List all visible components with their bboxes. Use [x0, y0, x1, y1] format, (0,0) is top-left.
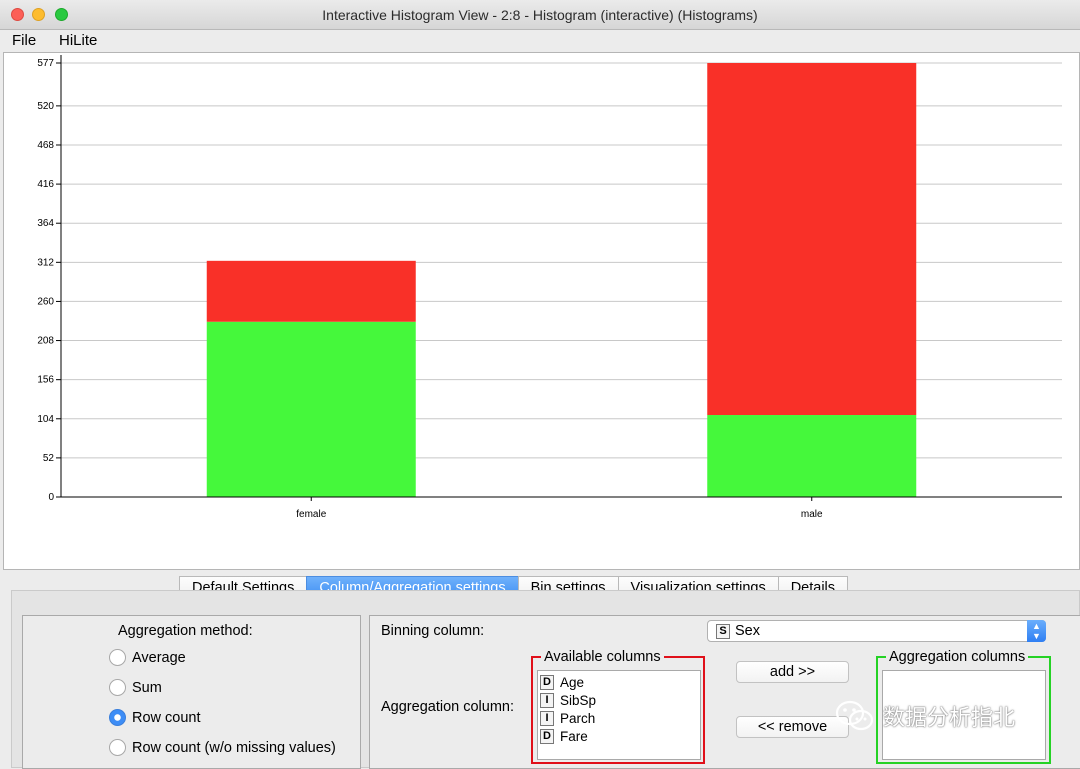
double-type-badge: D [540, 674, 554, 690]
y-tick-label: 260 [37, 296, 54, 307]
histogram-chart: 0 52 104 156 208 260 312 364 416 468 520 577 female m… [37, 55, 1062, 520]
y-tick-label: 468 [37, 140, 54, 151]
radio-row-count-no-missing[interactable]: Row count (w/o missing values) [109, 739, 336, 756]
histogram-window: Interactive Histogram View - 2:8 - Histo… [0, 0, 1080, 769]
remove-button[interactable]: << remove [736, 716, 849, 738]
integer-type-badge: I [540, 692, 554, 708]
bar-segment [206, 260, 416, 322]
menu-hilite[interactable]: HiLite [59, 32, 97, 49]
aggregation-method-group: Aggregation method: Average Sum Row coun… [22, 615, 361, 769]
binning-column-select[interactable]: S Sex ▲ ▼ [707, 620, 1046, 642]
x-tick-label: male [801, 509, 823, 520]
y-tick-label: 208 [37, 336, 54, 347]
double-type-badge: D [540, 728, 554, 744]
add-button[interactable]: add >> [736, 661, 849, 683]
radio-row-count[interactable]: Row count [109, 709, 201, 726]
aggregation-column-label: Aggregation column: [381, 699, 514, 715]
radio-label: Sum [132, 679, 162, 696]
bar-segment [206, 321, 416, 497]
settings-panel: Aggregation method: Average Sum Row coun… [11, 590, 1080, 769]
radio-button[interactable] [109, 739, 126, 756]
y-tick-label: 104 [37, 414, 54, 425]
list-item[interactable]: I Parch [540, 709, 698, 727]
radio-label: Row count [132, 709, 201, 726]
column-name: Fare [560, 728, 588, 744]
list-item[interactable]: D Age [540, 673, 698, 691]
window-title: Interactive Histogram View - 2:8 - Histo… [322, 7, 758, 23]
y-tick-label: 364 [37, 218, 54, 229]
radio-average[interactable]: Average [109, 649, 186, 666]
integer-type-badge: I [540, 710, 554, 726]
radio-button[interactable] [109, 649, 126, 666]
string-type-badge: S [716, 623, 730, 639]
radio-sum[interactable]: Sum [109, 679, 162, 696]
y-tick-label: 156 [37, 375, 54, 386]
available-columns-group: Available columns D Age I SibSp I Parch [531, 649, 705, 764]
histogram-chart-panel: 0 52 104 156 208 260 312 364 416 468 520 577 female m… [3, 52, 1080, 570]
y-tick-label: 0 [48, 492, 54, 503]
radio-button-selected[interactable] [109, 709, 126, 726]
bar-segment [707, 415, 917, 497]
available-columns-title: Available columns [541, 649, 664, 665]
column-name: SibSp [560, 692, 597, 708]
radio-label: Average [132, 649, 186, 666]
aggregation-columns-title: Aggregation columns [886, 649, 1029, 665]
watermark-text: 数据分析指北 [883, 705, 1016, 730]
select-arrows-icon[interactable]: ▲ ▼ [1027, 620, 1046, 642]
available-columns-list[interactable]: D Age I SibSp I Parch D Fare [537, 670, 701, 760]
wechat-icon [835, 700, 874, 731]
binning-column-label: Binning column: [381, 623, 485, 639]
y-tick-label: 52 [43, 453, 55, 464]
title-bar: Interactive Histogram View - 2:8 - Histo… [0, 0, 1080, 30]
menu-file[interactable]: File [12, 32, 36, 49]
aggregation-method-title: Aggregation method: [118, 623, 253, 639]
y-tick-label: 577 [37, 58, 54, 69]
binning-column-value: Sex [735, 623, 760, 639]
y-tick-label: 312 [37, 257, 54, 268]
x-tick-label: female [296, 509, 326, 520]
list-item[interactable]: I SibSp [540, 691, 698, 709]
column-name: Age [560, 674, 585, 690]
menu-bar: File HiLite [0, 30, 1080, 52]
radio-button[interactable] [109, 679, 126, 696]
y-tick-label: 416 [37, 179, 54, 190]
list-item[interactable]: D Fare [540, 727, 698, 745]
y-tick-label: 520 [37, 101, 54, 112]
column-name: Parch [560, 710, 596, 726]
bar-segment [707, 63, 917, 416]
watermark: 数据分析指北 [835, 700, 1015, 732]
column-settings-group: Binning column: S Sex ▲ ▼ Aggregation col… [369, 615, 1080, 769]
radio-label: Row count (w/o missing values) [132, 739, 336, 756]
